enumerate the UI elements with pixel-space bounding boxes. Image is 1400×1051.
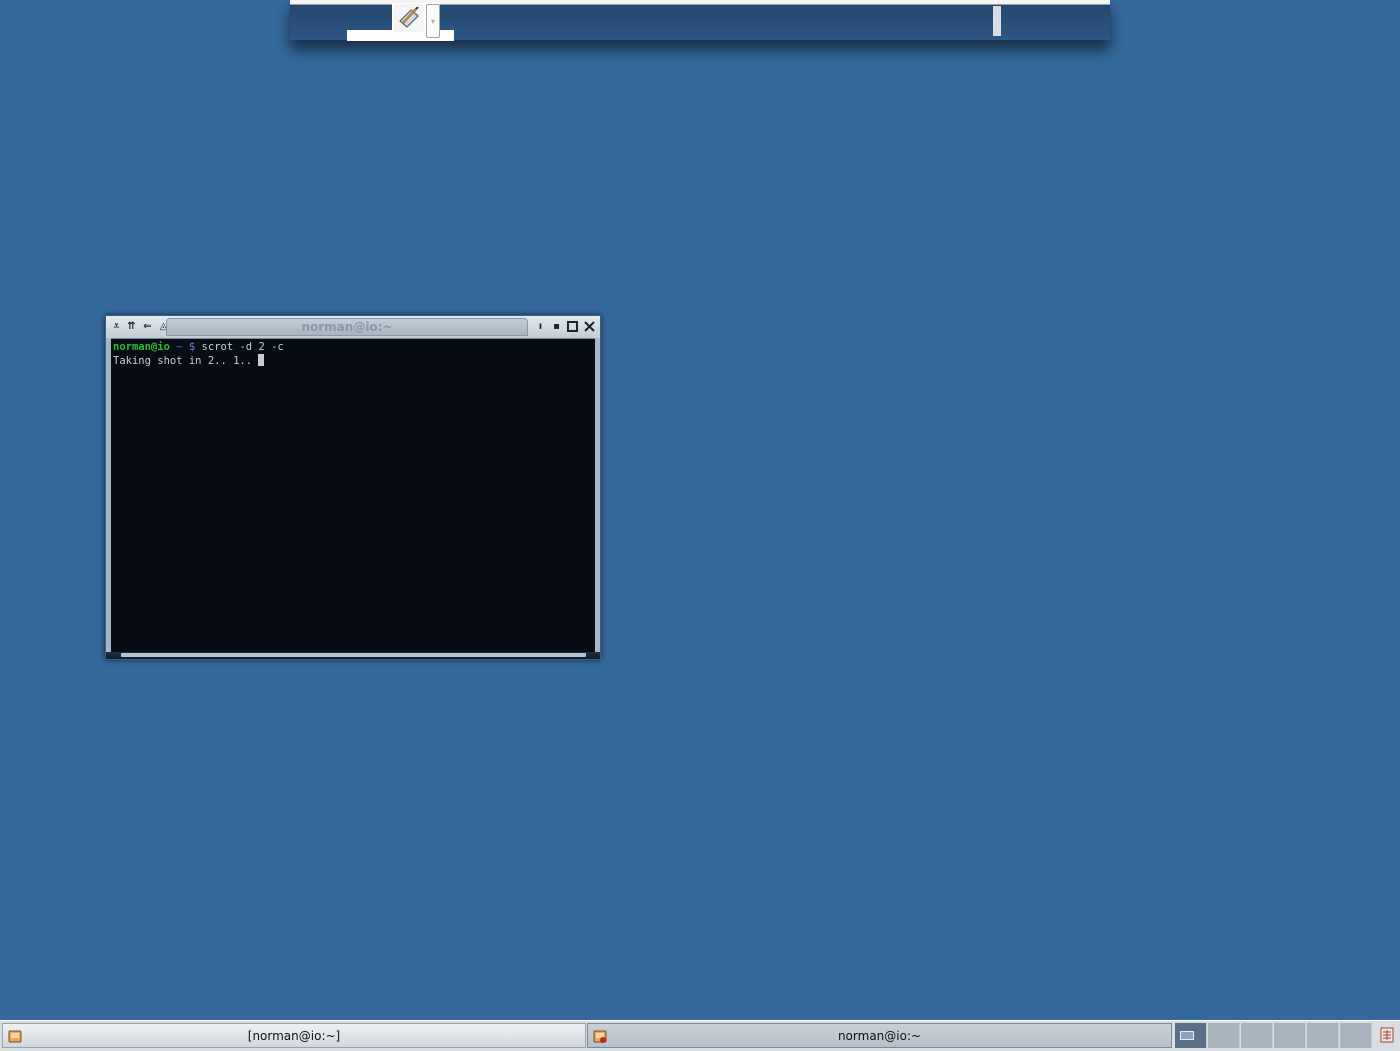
- taskbar-task-1[interactable]: [norman@io:~]: [2, 1023, 586, 1048]
- terminal-titlebar[interactable]: ⩡ ⇈ ⇐ ◬ norman@io:~ ı ▪: [106, 316, 600, 339]
- chevron-down-icon: ▾: [430, 16, 435, 26]
- iconify-button[interactable]: ▪: [549, 319, 564, 334]
- prompt-symbol: $: [188, 341, 196, 353]
- taskbar-task-2[interactable]: norman@io:~: [587, 1023, 1172, 1048]
- tool-dropdown-button[interactable]: ▾: [426, 4, 440, 38]
- prompt-line: norman@io ~ $ scrot -d 2 -c: [113, 341, 593, 354]
- prompt-dir: ~: [176, 341, 183, 353]
- output-line: Taking shot in 2.. 1..: [113, 354, 593, 368]
- minimize-button[interactable]: ı: [533, 319, 548, 334]
- draw-pencil-icon: [399, 7, 419, 28]
- window-border-right[interactable]: [595, 338, 600, 658]
- shade-button[interactable]: ⇐: [140, 319, 155, 334]
- workspace-1[interactable]: [1175, 1023, 1207, 1048]
- terminal-app-icon: [593, 1030, 607, 1043]
- minimize-icon: ı: [538, 321, 543, 332]
- pager-window-thumbnail: [1180, 1031, 1194, 1040]
- top-edge-window: ▾: [290, 0, 1110, 41]
- maximize-button[interactable]: [565, 319, 580, 334]
- iconify-icon: ▪: [553, 321, 560, 332]
- stick-icon: ⇈: [127, 321, 136, 332]
- workspace-2[interactable]: [1208, 1023, 1240, 1048]
- taskbar: [norman@io:~] norman@io:~: [0, 1020, 1400, 1051]
- terminal-window[interactable]: ⩡ ⇈ ⇐ ◬ norman@io:~ ı ▪ norman@io ~ $ sc…: [105, 315, 601, 660]
- workspace-4[interactable]: [1274, 1023, 1306, 1048]
- workspace-3[interactable]: [1241, 1023, 1273, 1048]
- command-text: scrot -d 2 -c: [201, 341, 284, 353]
- workspace-5[interactable]: [1307, 1023, 1339, 1048]
- draw-tool-button[interactable]: [394, 4, 424, 32]
- output-text: Taking shot in 2.. 1..: [113, 355, 253, 367]
- prompt-user-host: norman@io: [113, 341, 170, 353]
- keyboard-layout-icon[interactable]: [1380, 1027, 1394, 1043]
- stick-button[interactable]: ⇈: [124, 319, 139, 334]
- menu-icon: ⩡: [113, 321, 120, 332]
- window-menu-button[interactable]: ⩡: [109, 319, 124, 334]
- terminal-output[interactable]: norman@io ~ $ scrot -d 2 -c Taking shot …: [111, 339, 595, 652]
- window-resize-handle[interactable]: [121, 653, 586, 657]
- text-cursor: [258, 354, 265, 366]
- close-icon: [584, 321, 595, 332]
- maximize-icon: [567, 321, 578, 332]
- shade-icon: ⇐: [143, 321, 152, 332]
- task-label: [norman@io:~]: [247, 1028, 341, 1043]
- close-button[interactable]: [582, 319, 597, 334]
- window-title[interactable]: norman@io:~: [166, 318, 528, 336]
- scroll-handle[interactable]: [993, 6, 1001, 36]
- terminal-app-icon: [8, 1030, 22, 1043]
- workspace-6[interactable]: [1340, 1023, 1372, 1048]
- task-label: norman@io:~: [837, 1028, 922, 1043]
